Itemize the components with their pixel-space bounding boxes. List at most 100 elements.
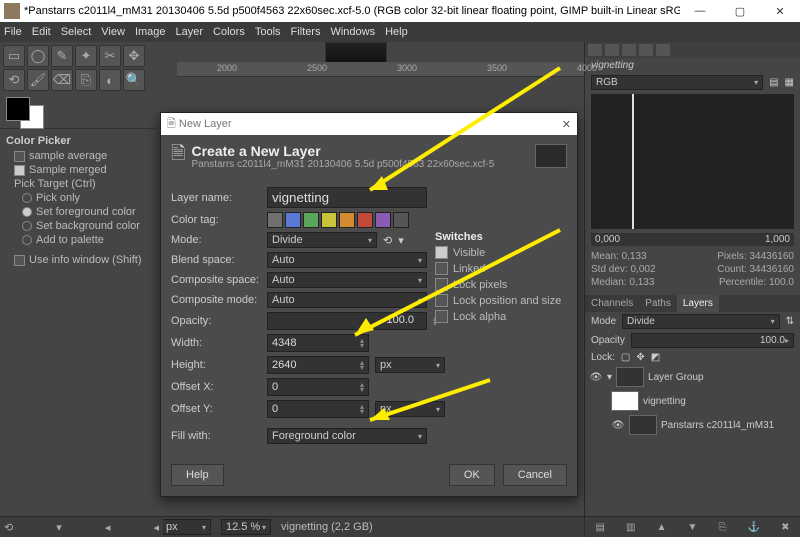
tool-ellipse-select[interactable]: ◯ <box>27 45 49 67</box>
tab-paths[interactable]: Paths <box>639 295 677 312</box>
histogram-log-icon[interactable]: ▦ <box>785 77 794 88</box>
dock-tab[interactable] <box>622 44 636 56</box>
mode-swap-icon[interactable]: ⇅ <box>786 316 794 327</box>
anchor-layer-icon[interactable]: ⚓ <box>748 522 760 533</box>
menu-image[interactable]: Image <box>135 26 166 38</box>
color-tags[interactable] <box>267 212 409 228</box>
mode-select[interactable]: Divide▾ <box>267 232 377 248</box>
tool-rotate[interactable]: ⟲ <box>3 69 25 91</box>
switch-linked[interactable] <box>435 262 448 275</box>
menu-layer[interactable]: Layer <box>176 26 204 38</box>
color-model-select[interactable]: RGB▾ <box>591 75 763 90</box>
layer-row-group[interactable]: 👁 ▾ Layer Group <box>585 365 800 389</box>
new-group-icon[interactable]: ▥ <box>626 522 635 533</box>
opt-set-bg[interactable]: Set background color <box>0 219 155 233</box>
dock-tab[interactable] <box>656 44 670 56</box>
tool-zoom[interactable]: 🔍 <box>123 69 145 91</box>
raise-layer-icon[interactable]: ▲ <box>657 522 667 533</box>
menu-colors[interactable]: Colors <box>213 26 245 38</box>
mode-reset-icon[interactable]: ⟲ <box>383 234 392 247</box>
layers-mode-select[interactable]: Divide▾ <box>622 314 780 329</box>
switch-lock-position[interactable] <box>435 294 448 307</box>
lock-position-icon[interactable]: ✥ <box>636 352 644 363</box>
switch-lock-pixels[interactable] <box>435 278 448 291</box>
eye-icon[interactable]: 👁 <box>589 372 603 383</box>
fill-select[interactable]: Foreground color▾ <box>267 428 427 444</box>
offset-unit-select[interactable]: px▾ <box>375 401 445 417</box>
menu-select[interactable]: Select <box>61 26 92 38</box>
color-tag[interactable] <box>321 212 337 228</box>
menu-edit[interactable]: Edit <box>32 26 51 38</box>
tab-layers[interactable]: Layers <box>677 295 719 312</box>
dock-tab[interactable] <box>605 44 619 56</box>
close-button[interactable]: ✕ <box>760 0 800 22</box>
save-icon[interactable]: ▾ <box>56 521 62 534</box>
menu-view[interactable]: View <box>101 26 125 38</box>
switch-lock-alpha[interactable] <box>435 310 448 323</box>
tool-color-picker[interactable]: ◐ <box>99 69 121 91</box>
comp-space-select[interactable]: Auto▾ <box>267 272 427 288</box>
opt-add-palette[interactable]: Add to palette <box>0 233 155 247</box>
mode-extra-icon[interactable]: ▾ <box>398 234 404 247</box>
dialog-titlebar[interactable]: 🗎 New Layer ✕ <box>161 113 577 135</box>
offset-y-input[interactable]: 0▴▾ <box>267 400 369 418</box>
menu-file[interactable]: File <box>4 26 22 38</box>
lock-pixels-icon[interactable]: ▢ <box>621 352 630 363</box>
color-tag[interactable] <box>375 212 391 228</box>
foreground-swatch[interactable] <box>6 97 30 121</box>
histogram[interactable] <box>591 94 794 229</box>
cancel-button[interactable]: Cancel <box>503 464 567 486</box>
color-tag[interactable] <box>357 212 373 228</box>
status-zoom[interactable]: 12.5 %▾ <box>221 519 271 535</box>
menu-windows[interactable]: Windows <box>330 26 375 38</box>
eye-icon[interactable]: 👁 <box>611 420 625 431</box>
menu-help[interactable]: Help <box>385 26 408 38</box>
layers-opacity[interactable]: 100.0▸ <box>631 333 794 348</box>
tool-rect-select[interactable]: ▭ <box>3 45 25 67</box>
expand-icon[interactable]: ▾ <box>607 372 612 383</box>
lower-layer-icon[interactable]: ▼ <box>688 522 698 533</box>
height-input[interactable]: 2640▴▾ <box>267 356 369 374</box>
lock-alpha-icon[interactable]: ◩ <box>651 352 660 363</box>
tool-clone[interactable]: ⎘ <box>75 69 97 91</box>
color-tag[interactable] <box>303 212 319 228</box>
new-layer-icon[interactable]: ▤ <box>596 522 605 533</box>
ok-button[interactable]: OK <box>449 464 495 486</box>
opt-pick-only[interactable]: Pick only <box>0 191 155 205</box>
status-unit[interactable]: px▾ <box>161 519 211 535</box>
tool-eraser[interactable]: ⌫ <box>51 69 73 91</box>
layer-row-vignetting[interactable]: vignetting <box>585 389 800 413</box>
tool-crop[interactable]: ✂ <box>99 45 121 67</box>
opacity-slider[interactable]: 100.0 <box>267 312 427 330</box>
tool-free-select[interactable]: ✎ <box>51 45 73 67</box>
dock-tab[interactable] <box>588 44 602 56</box>
tool-move[interactable]: ✥ <box>123 45 145 67</box>
offset-x-input[interactable]: 0▴▾ <box>267 378 369 396</box>
color-tag[interactable] <box>267 212 283 228</box>
tab-channels[interactable]: Channels <box>585 295 639 312</box>
duplicate-layer-icon[interactable]: ⎘ <box>719 522 727 533</box>
opt-info-window[interactable]: Use info window (Shift) <box>0 253 155 267</box>
delete-layer-icon[interactable]: ✖ <box>781 522 789 533</box>
histogram-linear-icon[interactable]: ▤ <box>769 77 778 88</box>
size-unit-select[interactable]: px▾ <box>375 357 445 373</box>
dock-tab[interactable] <box>639 44 653 56</box>
color-swatch[interactable] <box>0 94 155 124</box>
reset-icon[interactable]: ⟲ <box>4 521 13 534</box>
opt-sample-average[interactable]: sample average <box>0 149 155 163</box>
menu-icon[interactable]: ◂ <box>153 521 159 534</box>
color-tag[interactable] <box>285 212 301 228</box>
delete-icon[interactable]: ◂ <box>105 521 111 534</box>
minimize-button[interactable]: — <box>680 0 720 22</box>
dialog-close-icon[interactable]: ✕ <box>562 118 571 131</box>
menu-tools[interactable]: Tools <box>255 26 281 38</box>
opt-set-fg[interactable]: Set foreground color <box>0 205 155 219</box>
comp-mode-select[interactable]: Auto▾ <box>267 292 427 308</box>
help-button[interactable]: Help <box>171 464 224 486</box>
maximize-button[interactable]: ▢ <box>720 0 760 22</box>
menu-filters[interactable]: Filters <box>291 26 321 38</box>
switch-visible[interactable] <box>435 246 448 259</box>
color-tag[interactable] <box>339 212 355 228</box>
width-input[interactable]: 4348▴▾ <box>267 334 369 352</box>
blend-select[interactable]: Auto▾ <box>267 252 427 268</box>
